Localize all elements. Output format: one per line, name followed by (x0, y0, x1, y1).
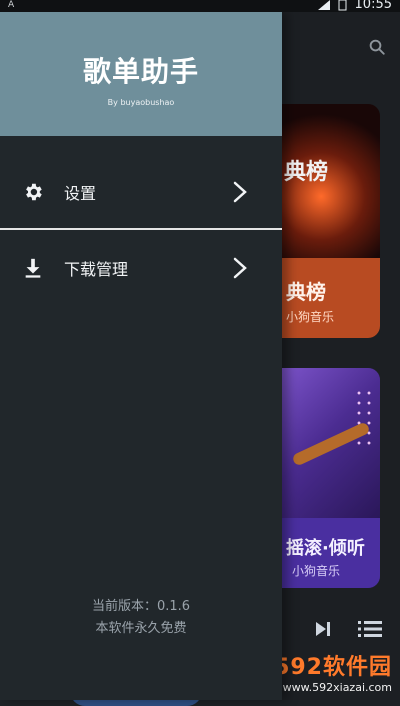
chevron-right-icon (233, 181, 247, 203)
menu-item-downloads[interactable]: 下载管理 (0, 232, 282, 304)
battery-icon (338, 0, 347, 10)
playlist-card[interactable]: 摇滚·倾听 小狗音乐 (282, 368, 380, 588)
signal-icon (317, 0, 330, 10)
skip-next-icon[interactable] (314, 620, 332, 638)
menu-item-settings[interactable]: 设置 (0, 156, 282, 228)
card-subtitle: 小狗音乐 (286, 310, 335, 324)
free-note-text: 本软件永久免费 (95, 621, 187, 636)
watermark: 592软件园 www.592xiazai.com (274, 649, 392, 694)
drawer-header: 歌单助手 By buyaobushao (0, 12, 282, 136)
drawer-footer: 当前版本：0.1.6 本软件永久免费 (0, 596, 282, 640)
status-indicator: A (8, 0, 15, 10)
download-icon (25, 258, 41, 278)
player-controls (314, 620, 382, 638)
navigation-drawer: 歌单助手 By buyaobushao 设置 下载管理 当前版本：0.1.6 本… (0, 12, 282, 700)
status-time: 10:55 (354, 0, 392, 12)
watermark-brand: 592软件园 (274, 655, 392, 680)
menu-item-label: 下载管理 (64, 260, 129, 279)
gear-icon (26, 183, 42, 201)
status-bar: A 10:55 (0, 0, 400, 12)
chevron-right-icon (233, 257, 247, 279)
app-title: 歌单助手 (82, 55, 199, 88)
playlist-card[interactable]: 典榜 典榜 小狗音乐 (282, 104, 380, 338)
status-icons: 10:55 (317, 0, 392, 12)
search-icon[interactable] (368, 38, 386, 56)
menu-divider (0, 228, 282, 230)
version-text: 当前版本：0.1.6 (91, 599, 191, 614)
app-author: By buyaobushao (107, 98, 175, 107)
card-subtitle: 小狗音乐 (292, 564, 341, 578)
card-title: 摇滚·倾听 (286, 538, 365, 559)
card-footer: 典榜 小狗音乐 (282, 258, 380, 338)
card-art-text: 典榜 (284, 160, 329, 185)
card-title: 典榜 (286, 280, 326, 304)
playlist-icon[interactable] (358, 620, 382, 638)
stage-lights-decoration (354, 388, 372, 448)
menu-item-label: 设置 (64, 184, 97, 203)
watermark-url: www.592xiazai.com (282, 681, 392, 694)
card-footer: 摇滚·倾听 小狗音乐 (282, 518, 380, 588)
